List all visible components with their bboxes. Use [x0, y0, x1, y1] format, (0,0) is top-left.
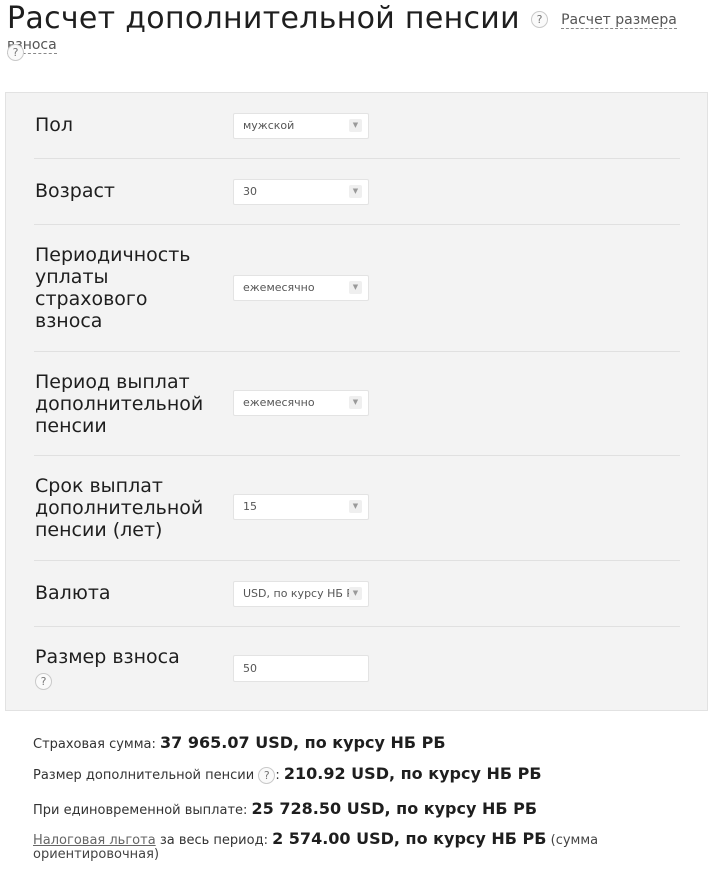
payout-period-label: Период выплат дополнительной пенсии — [35, 371, 204, 437]
help-icon[interactable]: ? — [7, 44, 24, 61]
contribution-input[interactable]: 50 — [233, 655, 369, 682]
insured-sum: Страховая сумма: 37 965.07 USD, по курсу… — [33, 733, 446, 752]
additional-pension-label: Размер дополнительной пенсии — [33, 768, 255, 783]
payout-period-value: ежемесячно — [243, 396, 315, 409]
lump-sum-label: При единовременной выплате: — [33, 803, 248, 818]
tax-benefit: Налоговая льгота за весь период: 2 574.0… — [33, 829, 598, 848]
currency-value: USD, по курсу НБ РБ — [243, 587, 361, 600]
currency-select[interactable]: USD, по курсу НБ РБ ▼ — [233, 581, 369, 607]
gender-select[interactable]: мужской ▼ — [233, 113, 369, 139]
payout-term-row: Срок выплат дополнительной пенсии (лет) … — [34, 456, 680, 561]
chevron-down-icon: ▼ — [349, 500, 362, 513]
contribution-label: Размер взноса ? — [35, 646, 225, 690]
help-icon[interactable]: ? — [35, 673, 52, 690]
insured-sum-label: Страховая сумма: — [33, 737, 156, 752]
payout-period-select[interactable]: ежемесячно ▼ — [233, 390, 369, 416]
periodicity-select[interactable]: ежемесячно ▼ — [233, 275, 369, 301]
help-icon[interactable]: ? — [530, 11, 548, 28]
lump-sum: При единовременной выплате: 25 728.50 US… — [33, 799, 537, 818]
tax-benefit-note: (сумма — [550, 833, 599, 848]
gender-value: мужской — [243, 119, 295, 132]
page-title: Расчет дополнительной пенсии — [7, 1, 520, 36]
currency-row: Валюта USD, по курсу НБ РБ ▼ — [34, 561, 680, 627]
payout-term-select[interactable]: 15 ▼ — [233, 494, 369, 520]
chevron-down-icon: ▼ — [349, 396, 362, 409]
tax-benefit-link[interactable]: Налоговая льгота — [33, 833, 156, 848]
payout-term-value: 15 — [243, 500, 257, 513]
currency-label: Валюта — [35, 582, 111, 604]
payout-term-label: Срок выплат дополнительной пенсии (лет) — [35, 475, 204, 541]
gender-row: Пол мужской ▼ — [34, 93, 680, 159]
contribution-label-text: Размер взноса — [35, 646, 180, 668]
lump-sum-value: 25 728.50 USD, по курсу НБ РБ — [251, 799, 538, 818]
chevron-down-icon: ▼ — [349, 587, 362, 600]
age-value: 30 — [243, 185, 257, 198]
additional-pension: Размер дополнительной пенсии ?: 210.92 U… — [33, 764, 542, 784]
tax-benefit-note-line: ориентировочная) — [33, 847, 160, 862]
tax-benefit-label: за весь период: — [159, 833, 268, 848]
tax-benefit-value: 2 574.00 USD, по курсу НБ РБ — [272, 829, 547, 848]
age-select[interactable]: 30 ▼ — [233, 179, 369, 205]
age-row: Возраст 30 ▼ — [34, 159, 680, 225]
additional-pension-value: 210.92 USD, по курсу НБ РБ — [283, 764, 542, 783]
additional-pension-colon: : — [275, 768, 280, 783]
periodicity-value: ежемесячно — [243, 281, 315, 294]
payout-period-row: Период выплат дополнительной пенсии ежем… — [34, 352, 680, 456]
age-label: Возраст — [35, 180, 115, 202]
insured-sum-value: 37 965.07 USD, по курсу НБ РБ — [160, 733, 446, 752]
chevron-down-icon: ▼ — [349, 281, 362, 294]
chevron-down-icon: ▼ — [349, 185, 362, 198]
periodicity-label: Периодичность уплаты страхового взноса — [35, 244, 191, 332]
chevron-down-icon: ▼ — [349, 119, 362, 132]
periodicity-row: Периодичность уплаты страхового взноса е… — [34, 225, 680, 352]
help-icon[interactable]: ? — [258, 767, 276, 784]
pension-form: Пол мужской ▼ Возраст 30 ▼ Периодичность… — [5, 92, 708, 711]
page-header: Расчет дополнительной пенсии ? Расчет ра… — [7, 0, 712, 61]
gender-label: Пол — [35, 114, 74, 136]
contribution-row: Размер взноса ? 50 — [34, 627, 680, 711]
